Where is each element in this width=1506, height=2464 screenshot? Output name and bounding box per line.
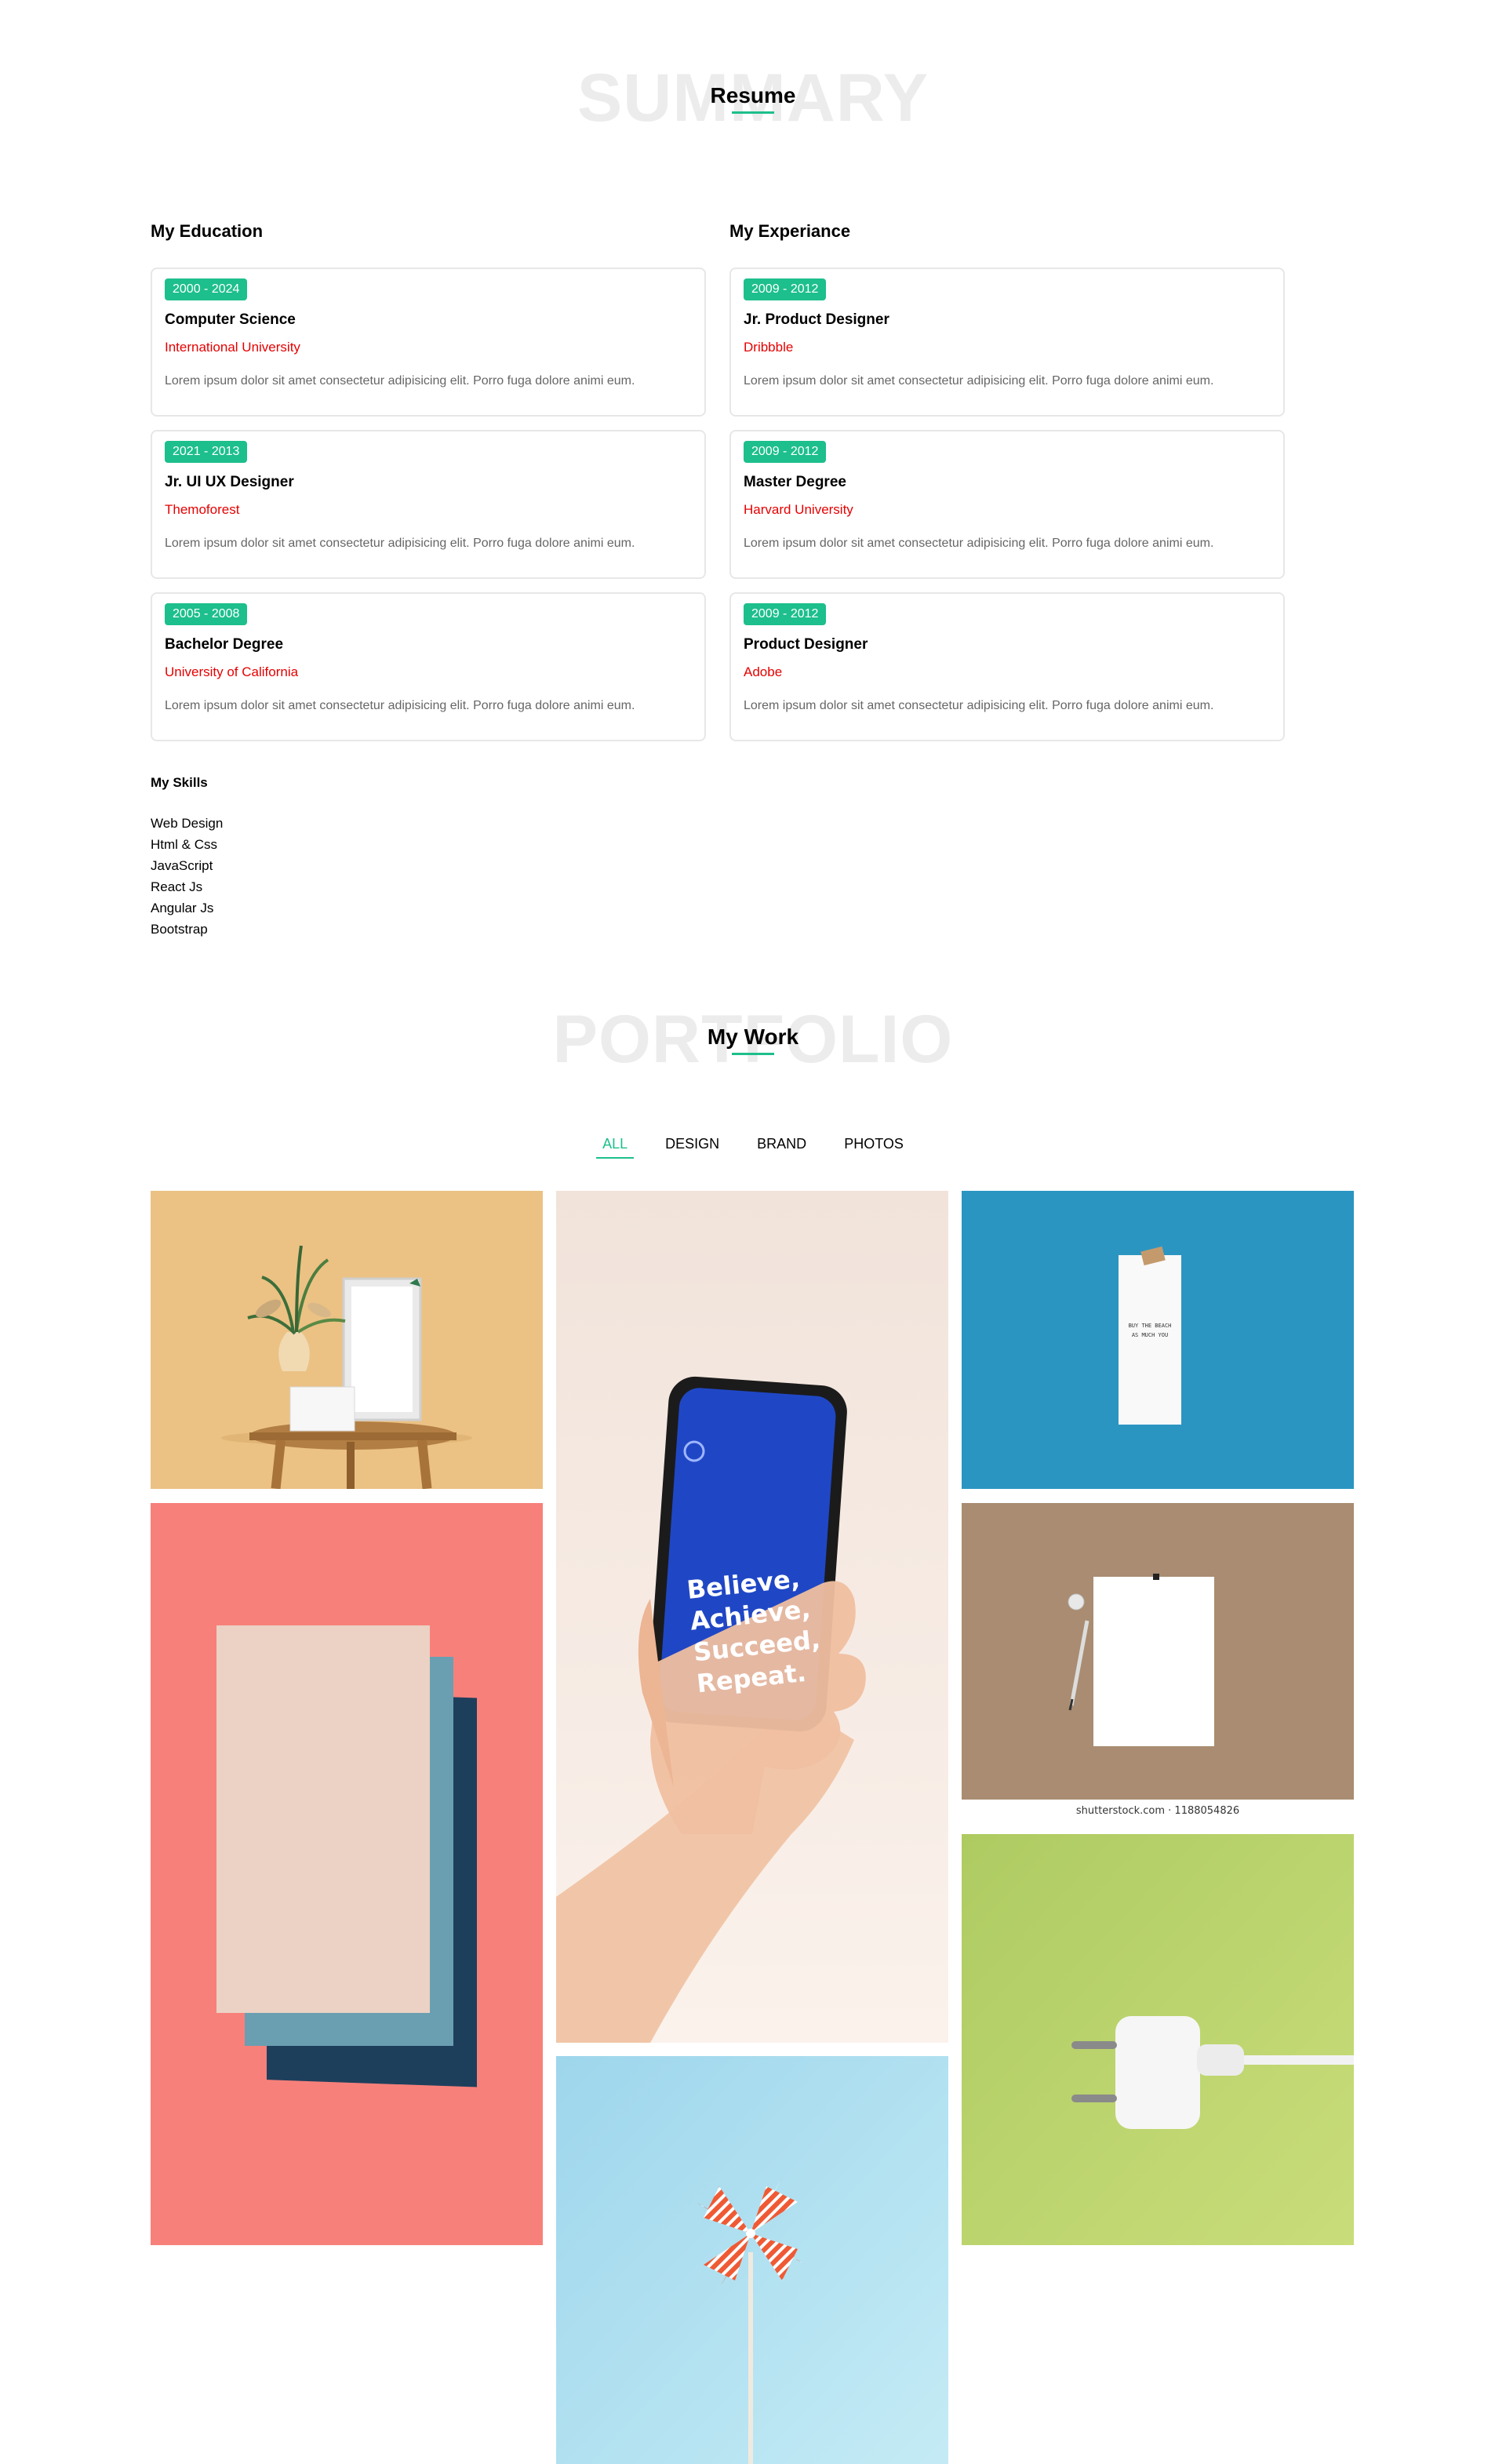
card-description: Lorem ipsum dolor sit amet consectetur a…: [165, 699, 635, 712]
skill-item: Angular Js: [151, 901, 214, 915]
skill-item: Html & Css: [151, 837, 217, 852]
year-badge: 2009 - 2012: [744, 441, 827, 463]
skill-item: React Js: [151, 879, 203, 894]
education-heading: My Education: [151, 221, 264, 241]
skill-item: Bootstrap: [151, 922, 208, 937]
year-badge: 2005 - 2008: [165, 603, 248, 625]
skills-heading: My Skills: [151, 775, 208, 790]
resume-title-underline: [732, 111, 774, 114]
portfolio-item-phone[interactable]: Believe, Achieve, Succeed, Repeat.: [556, 1191, 948, 2043]
blue-note-image: BUY THE BEACH AS MUCH YOU: [962, 1191, 1354, 1489]
filter-photos[interactable]: PHOTOS: [838, 1133, 910, 1159]
card-title: Jr. Product Designer: [744, 311, 889, 328]
filter-design[interactable]: DESIGN: [659, 1133, 726, 1159]
resume-section-header: SUMMARY Resume: [0, 64, 1506, 135]
year-badge: 2021 - 2013: [165, 441, 248, 463]
experience-card: 2009 - 2012 Master Degree Harvard Univer…: [729, 430, 1285, 579]
portfolio-section-header: PORTFOLIO My Work: [0, 1006, 1506, 1076]
education-card: 2005 - 2008 Bachelor Degree University o…: [151, 592, 706, 741]
card-title: Master Degree: [744, 474, 846, 490]
skills-list: Web Design Html & Css JavaScript React J…: [151, 813, 223, 940]
skill-item: JavaScript: [151, 858, 213, 873]
year-badge: 2009 - 2012: [744, 603, 827, 625]
portfolio-item-paper-stack[interactable]: [151, 1503, 543, 2245]
kraft-paper-image: shutterstock.com · 1188054826: [962, 1503, 1354, 1820]
card-description: Lorem ipsum dolor sit amet consectetur a…: [165, 374, 635, 388]
card-organization: Dribbble: [744, 340, 794, 355]
portfolio-title-underline: [732, 1053, 774, 1055]
portfolio-item-kraft-paper[interactable]: shutterstock.com · 1188054826: [962, 1503, 1354, 1820]
education-card: 2021 - 2013 Jr. UI UX Designer Themofore…: [151, 430, 706, 579]
portfolio-item-blue-note[interactable]: BUY THE BEACH AS MUCH YOU: [962, 1191, 1354, 1489]
experience-card: 2009 - 2012 Jr. Product Designer Dribbbl…: [729, 268, 1285, 417]
card-organization: University of California: [165, 664, 299, 679]
portfolio-item-charger[interactable]: [962, 1834, 1354, 2245]
card-description: Lorem ipsum dolor sit amet consectetur a…: [744, 537, 1214, 550]
card-description: Lorem ipsum dolor sit amet consectetur a…: [165, 537, 635, 550]
card-title: Product Designer: [744, 636, 868, 653]
portfolio-title: My Work: [707, 1025, 799, 1049]
card-organization: Harvard University: [744, 502, 853, 517]
stock-watermark: shutterstock.com · 1188054826: [1076, 1805, 1239, 1817]
note-line: AS MUCH YOU: [1132, 1332, 1168, 1338]
card-description: Lorem ipsum dolor sit amet consectetur a…: [744, 699, 1214, 712]
paper-stack-image: [151, 1503, 543, 2245]
resume-title: Resume: [710, 83, 796, 107]
card-organization: Adobe: [744, 664, 783, 679]
skill-item: Web Design: [151, 816, 224, 831]
plant-frame-image: [151, 1191, 543, 1489]
card-organization: International University: [165, 340, 300, 355]
education-card: 2000 - 2024 Computer Science Internation…: [151, 268, 706, 417]
card-title: Computer Science: [165, 311, 296, 328]
note-line: BUY THE BEACH: [1129, 1323, 1172, 1329]
card-title: Jr. UI UX Designer: [165, 474, 294, 490]
year-badge: 2000 - 2024: [165, 278, 248, 300]
year-badge: 2009 - 2012: [744, 278, 827, 300]
filter-all[interactable]: ALL: [596, 1133, 635, 1159]
charger-image: [962, 1834, 1354, 2245]
card-description: Lorem ipsum dolor sit amet consectetur a…: [744, 374, 1214, 388]
portfolio-item-pinwheel[interactable]: [556, 2056, 948, 2464]
pinwheel-image: [556, 2056, 948, 2464]
portfolio-item-plant-frame[interactable]: [151, 1191, 543, 1489]
portfolio-filter-bar: ALL DESIGN BRAND PHOTOS: [0, 1133, 1506, 1159]
card-organization: Themoforest: [165, 502, 240, 517]
card-title: Bachelor Degree: [165, 636, 284, 653]
experience-card: 2009 - 2012 Product Designer Adobe Lorem…: [729, 592, 1285, 741]
phone-hand-image: Believe, Achieve, Succeed, Repeat.: [556, 1191, 948, 2043]
experience-heading: My Experiance: [729, 221, 851, 241]
filter-brand[interactable]: BRAND: [751, 1133, 813, 1159]
